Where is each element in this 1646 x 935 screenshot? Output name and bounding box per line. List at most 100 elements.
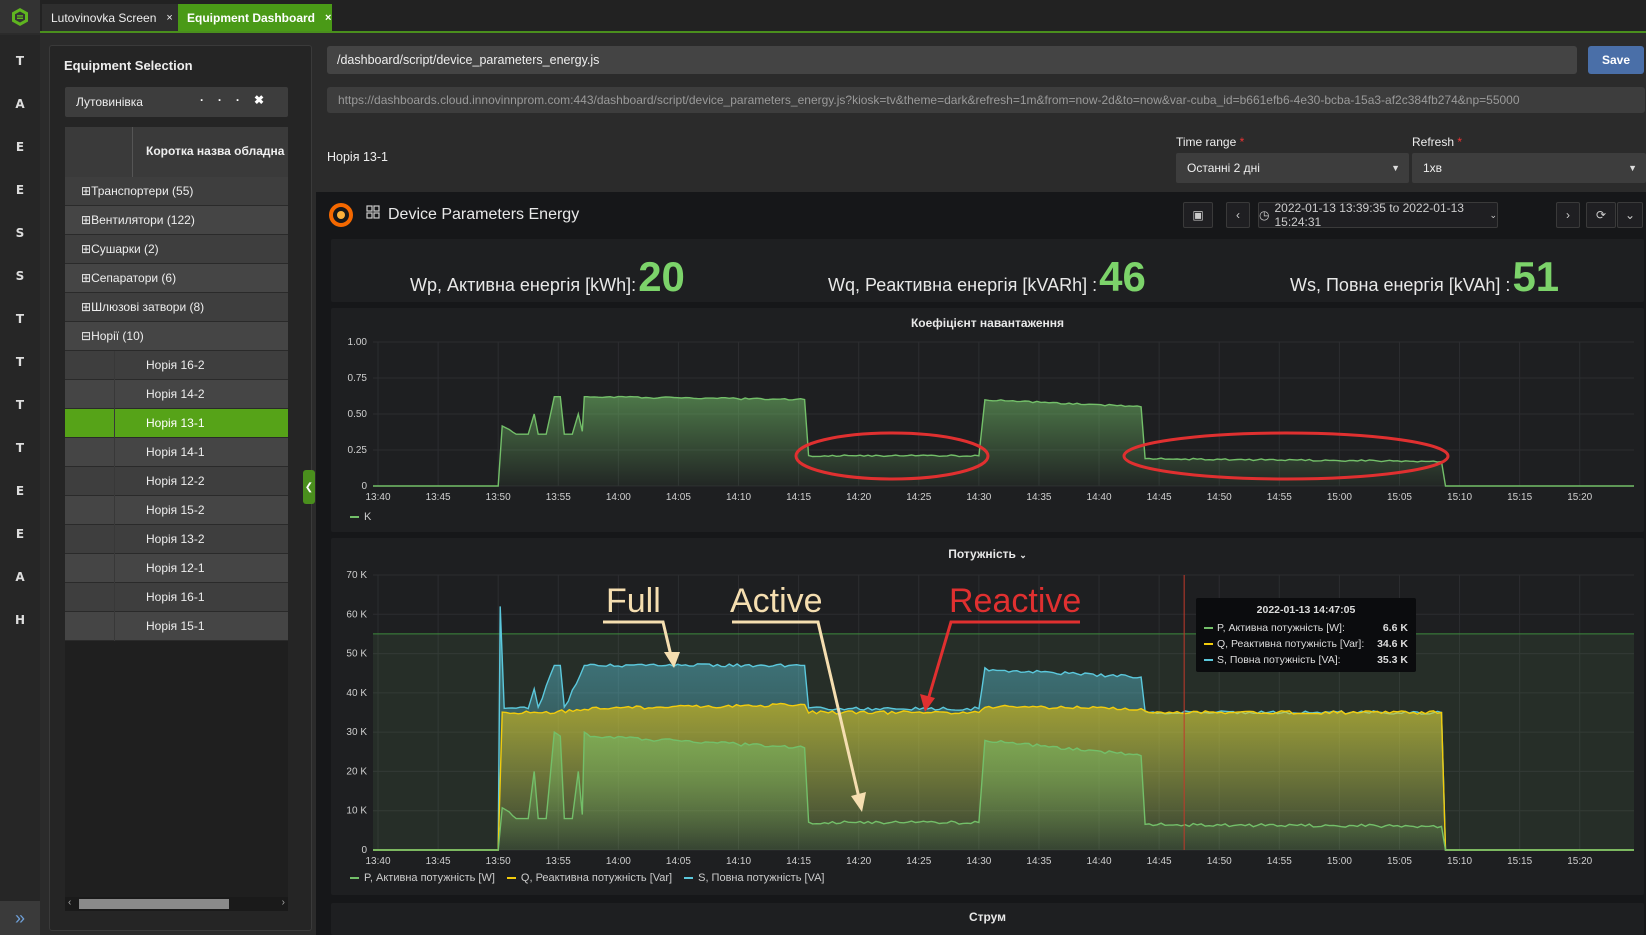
time-picker[interactable]: ◷ 2022-01-13 13:39:35 to 2022-01-13 15:2… [1258,201,1498,229]
tab-equipment-dashboard[interactable]: Equipment Dashboard × [178,4,332,31]
tree-item[interactable]: Норія 14-1 [65,438,288,467]
location-select[interactable]: Лутовинівка ···✖ [65,87,288,117]
tree-group[interactable]: ⊞ Транспортери (55) [65,177,288,206]
x-tick-label: 14:25 [906,492,931,503]
time-forward-icon[interactable]: › [1556,202,1580,228]
tree-item[interactable]: Норія 16-1 [65,583,288,612]
scroll-left-icon[interactable]: ‹ [68,897,71,908]
chart-tooltip: 2022-01-13 14:47:05 P, Активна потужніст… [1196,598,1416,672]
y-tick-label: 10 K [346,806,367,817]
tree-group[interactable]: ⊞ Вентилятори (122) [65,206,288,235]
panel-title[interactable]: Струм [331,910,1644,924]
x-tick-label: 15:10 [1447,492,1472,503]
dashboard-title-text: Device Parameters Energy [388,205,580,223]
tooltip-series-name: Q, Реактивна потужність [Var]: [1217,638,1365,650]
close-icon[interactable]: × [325,12,331,24]
x-tick-label: 14:20 [846,856,871,867]
tooltip-row: S, Повна потужність [VA]: 35.3 K [1204,652,1408,668]
expand-icon[interactable]: ⊞ [81,184,91,198]
column-header[interactable]: Коротка назва обладна [146,144,284,158]
time-range-label: Time range * [1176,135,1245,149]
legend-item[interactable]: S, Повна потужність [VA] [684,872,824,884]
tree-item[interactable]: Норія 12-1 [65,554,288,583]
x-tick-label: 14:00 [606,492,631,503]
tree-header: Коротка назва обладна [65,127,288,177]
rail-shortcut[interactable]: S [0,226,40,240]
rail-shortcut[interactable]: E [0,527,40,541]
tv-mode-icon[interactable]: ▣ [1183,202,1213,228]
tree-group[interactable]: ⊞ Шлюзові затвори (8) [65,293,288,322]
more-icon[interactable]: ··· [200,93,254,107]
scroll-right-icon[interactable]: › [282,897,285,908]
rail-shortcut[interactable]: T [0,355,40,369]
rail-shortcut[interactable]: T [0,312,40,326]
y-tick-label: 40 K [346,688,367,699]
x-tick-label: 14:10 [726,856,751,867]
y-tick-label: 20 K [346,766,367,777]
refresh-select[interactable]: 1хв ▼ [1412,153,1646,183]
refresh-interval-icon[interactable]: ⌄ [1617,202,1643,228]
expand-icon[interactable]: ⊞ [81,213,91,227]
tree-item[interactable]: Норія 16-2 [65,351,288,380]
y-tick-label: 30 K [346,727,367,738]
panel-title[interactable]: Коефіцієнт навантаження [331,316,1644,330]
time-range-select[interactable]: Останні 2 дні ▼ [1176,153,1409,183]
tab-lutovinovka-screen[interactable]: Lutovinovka Screen × [42,4,178,31]
series-swatch [1204,627,1213,629]
rail-shortcut[interactable]: A [0,570,40,584]
tree-group[interactable]: ⊟ Норії (10) [65,322,288,351]
tree-group[interactable]: ⊞ Сушарки (2) [65,235,288,264]
app-logo-icon[interactable] [0,0,40,33]
tree-group-label: Норії (10) [91,329,144,343]
tooltip-time: 2022-01-13 14:47:05 [1256,604,1356,616]
tree-item[interactable]: Норія 15-1 [65,612,288,641]
collapse-panel-icon[interactable]: ❮ [303,470,315,504]
script-path-input[interactable]: /dashboard/script/device_parameters_ener… [327,46,1577,74]
tree-group[interactable]: ⊞ Сепаратори (6) [65,264,288,293]
tree-item[interactable]: Норія 12-2 [65,467,288,496]
dashboard-url-input[interactable]: https://dashboards.cloud.innovinnprom.co… [327,87,1645,113]
rail-shortcut[interactable]: E [0,183,40,197]
rail-shortcut[interactable]: T [0,54,40,68]
chart-legend: K [350,511,371,523]
expand-icon[interactable]: ⊞ [81,300,91,314]
tab-label: Equipment Dashboard [187,10,316,25]
tree-group-label: Вентилятори (122) [91,213,195,227]
refresh-icon[interactable]: ⟳ [1586,202,1616,228]
tree-item[interactable]: Норія 14-2 [65,380,288,409]
scrollbar-thumb[interactable] [79,899,229,909]
tree-item-label: Норія 12-2 [146,474,205,488]
rail-shortcut[interactable]: A [0,97,40,111]
expand-rail-icon[interactable]: » [0,901,40,935]
y-tick-label: 0.50 [348,409,368,420]
load-factor-chart[interactable]: 0 0.25 0.50 0.75 1.00 13:40 13:45 13:50 13:55 14:… [331,336,1644,508]
refresh-label: Refresh * [1412,135,1463,149]
rail-shortcut[interactable]: S [0,269,40,283]
rail-shortcut[interactable]: H [0,613,40,627]
dashboard-title[interactable]: Device Parameters Energy [366,205,579,224]
y-tick-label: 60 K [346,609,367,620]
legend-item[interactable]: P, Активна потужність [W] [350,872,495,884]
x-tick-label: 13:50 [486,856,511,867]
clear-icon[interactable]: ✖ [254,93,278,107]
rail-shortcut[interactable]: T [0,441,40,455]
tooltip-series-value: 34.6 K [1377,638,1408,650]
tree-item-label: Норія 15-2 [146,503,205,517]
rail-shortcut[interactable]: E [0,484,40,498]
expand-icon[interactable]: ⊞ [81,271,91,285]
rail-shortcut[interactable]: E [0,140,40,154]
legend-item[interactable]: Q, Реактивна потужність [Var] [506,872,672,884]
tree-item-selected[interactable]: Норія 13-1 [65,409,288,438]
grafana-logo-icon[interactable] [328,202,354,233]
tree-item[interactable]: Норія 15-2 [65,496,288,525]
save-button[interactable]: Save [1588,46,1644,74]
rail-shortcut[interactable]: T [0,398,40,412]
tree-item[interactable]: Норія 13-2 [65,525,288,554]
expand-icon[interactable]: ⊞ [81,242,91,256]
panel-title[interactable]: Потужність ⌄ [331,547,1644,561]
collapse-icon[interactable]: ⊟ [81,329,91,343]
horizontal-scrollbar[interactable]: ‹ › [65,897,288,911]
time-back-icon[interactable]: ‹ [1226,202,1250,228]
legend-item[interactable]: K [350,511,371,523]
close-icon[interactable]: × [166,12,172,24]
